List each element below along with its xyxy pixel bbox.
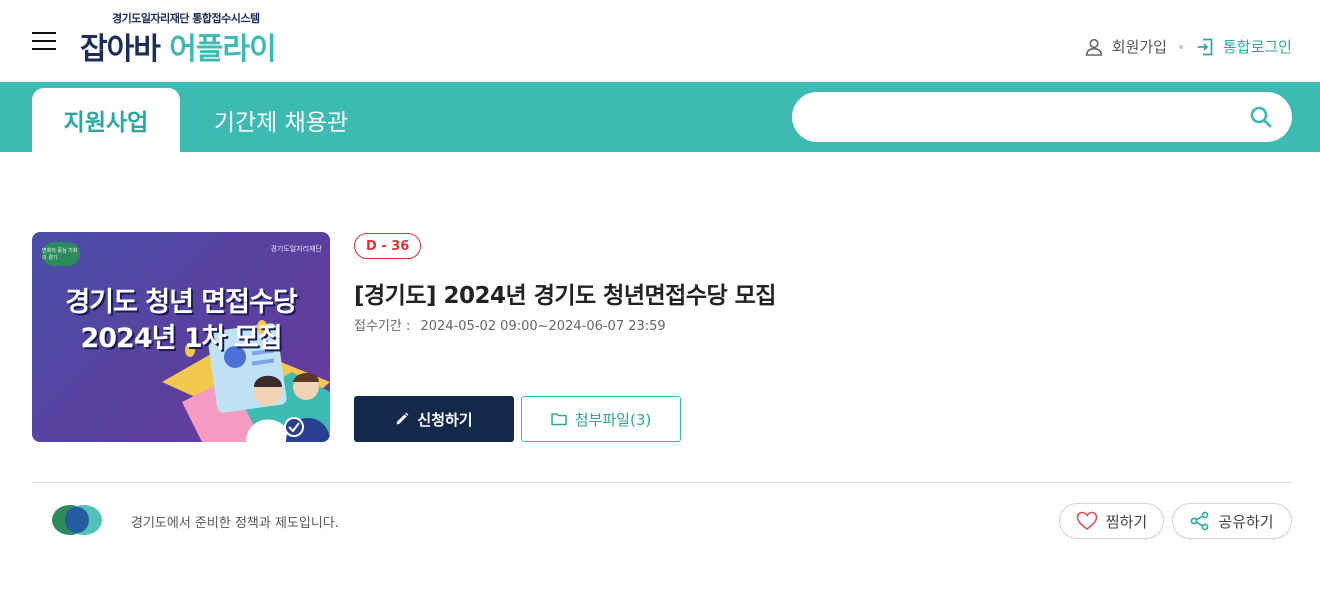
period-label: 접수기간 :	[354, 319, 411, 334]
attachments-label: 첨부파일(3)	[574, 410, 652, 429]
search-icon[interactable]	[1248, 104, 1274, 130]
section-divider	[32, 482, 1292, 483]
application-period: 접수기간 : 2024-05-02 09:00~2024-06-07 23:59	[354, 315, 666, 334]
search-input[interactable]	[816, 102, 1236, 132]
post-title[interactable]: [경기도] 2024년 경기도 청년면접수당 모집	[354, 276, 776, 310]
thumbnail-badge-right: 경기도일자리재단	[270, 245, 322, 253]
apply-button[interactable]: 신청하기	[354, 396, 514, 442]
join-label: 회원가입	[1111, 38, 1167, 56]
login-icon	[1197, 38, 1213, 55]
post-thumbnail[interactable]: 변화의 중심 기회의 경기 경기도일자리재단 경기도 청년 면접수당 2024년…	[32, 232, 330, 442]
gyeonggi-logo	[52, 505, 102, 535]
thumbnail-badge-left: 변화의 중심 기회의 경기	[42, 242, 80, 266]
login-link[interactable]: 통합로그인	[1195, 36, 1292, 57]
share-button[interactable]: 공유하기	[1172, 503, 1292, 539]
search-box	[792, 92, 1292, 142]
heart-icon	[1076, 511, 1098, 530]
menu-icon[interactable]	[32, 32, 56, 50]
pencil-icon	[396, 412, 409, 425]
dday-badge: D - 36	[354, 233, 422, 259]
main-nav: 지원사업 기간제 채용관	[0, 82, 1320, 152]
apply-label: 신청하기	[417, 410, 473, 429]
share-label: 공유하기	[1218, 512, 1274, 531]
utility-menu: 회원가입 통합로그인	[1084, 36, 1292, 57]
logo-title: 잡아바 어플라이	[80, 24, 277, 68]
site-header: 경기도일자리재단 통합접수시스템 잡아바 어플라이 회원가입 통합로그인	[0, 0, 1320, 82]
thumbnail-headline-2: 2024년 1차 모집	[80, 323, 282, 354]
tab-fixed-term-jobs[interactable]: 기간제 채용관	[196, 88, 366, 152]
like-label: 찜하기	[1105, 512, 1148, 531]
logo-title-part2: 어플라이	[169, 32, 276, 67]
login-label: 통합로그인	[1222, 38, 1292, 56]
period-value: 2024-05-02 09:00~2024-06-07 23:59	[420, 319, 666, 334]
separator-dot	[1178, 44, 1183, 49]
site-logo[interactable]: 경기도일자리재단 통합접수시스템 잡아바 어플라이	[80, 8, 300, 68]
user-icon	[1085, 38, 1103, 56]
tab-support-programs[interactable]: 지원사업	[32, 88, 180, 152]
attachments-button[interactable]: 첨부파일(3)	[521, 396, 681, 442]
logo-title-part1: 잡아바	[80, 32, 161, 67]
share-icon	[1190, 511, 1209, 531]
like-button[interactable]: 찜하기	[1059, 503, 1164, 539]
join-link[interactable]: 회원가입	[1084, 36, 1167, 57]
org-description: 경기도에서 준비한 정책과 제도입니다.	[131, 516, 339, 531]
thumbnail-headline-1: 경기도 청년 면접수당	[65, 287, 297, 318]
folder-icon	[551, 413, 567, 426]
